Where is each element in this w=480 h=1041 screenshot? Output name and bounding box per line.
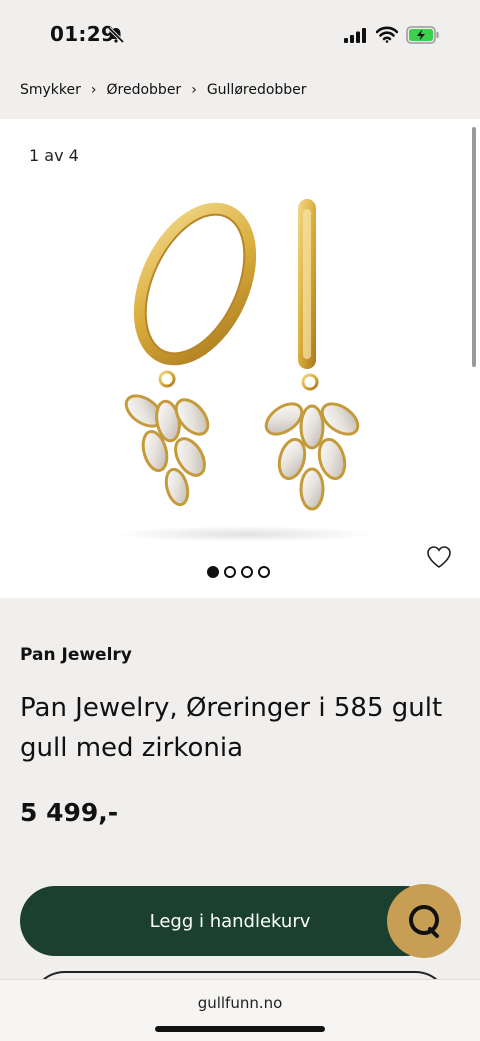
chevron-right-icon: › <box>191 82 197 98</box>
chat-button[interactable] <box>387 884 461 958</box>
product-brand[interactable]: Pan Jewelry <box>20 645 132 665</box>
pagination-dot[interactable] <box>258 566 270 578</box>
scrollbar[interactable] <box>472 127 476 367</box>
chat-icon <box>409 905 439 938</box>
browser-address[interactable]: gullfunn.no <box>0 994 480 1012</box>
status-time: 01:29 <box>50 22 116 46</box>
breadcrumb-smykker[interactable]: Smykker <box>20 82 81 98</box>
wifi-icon <box>376 26 398 43</box>
chevron-right-icon: › <box>90 82 97 98</box>
browser-bottom-bar: gullfunn.no <box>0 979 480 1041</box>
pagination-dot[interactable] <box>241 566 253 578</box>
pagination-dot[interactable] <box>224 566 236 578</box>
status-bar: 01:29 <box>0 0 480 66</box>
product-title: Pan Jewelry, Øreringer i 585 gult gull m… <box>20 693 443 763</box>
pagination-dot[interactable] <box>207 566 219 578</box>
heart-icon[interactable] <box>426 545 452 569</box>
bell-slash-icon <box>107 26 125 44</box>
breadcrumb-gulloredobber[interactable]: Gulløredobber <box>207 82 307 98</box>
product-gallery[interactable]: 1 av 4 <box>0 119 480 598</box>
image-counter: 1 av 4 <box>29 146 79 165</box>
gallery-pagination <box>207 566 270 578</box>
breadcrumb-oredobber[interactable]: Øredobber <box>107 82 182 98</box>
home-indicator[interactable] <box>155 1026 325 1032</box>
add-to-cart-button[interactable]: Legg i handlekurv <box>20 886 440 956</box>
product-image <box>115 199 375 542</box>
battery-charging-icon <box>406 26 439 44</box>
signal-icon <box>344 28 366 43</box>
product-price: 5 499,- <box>20 798 119 827</box>
breadcrumb: Smykker › Øredobber › Gulløredobber <box>20 80 307 100</box>
